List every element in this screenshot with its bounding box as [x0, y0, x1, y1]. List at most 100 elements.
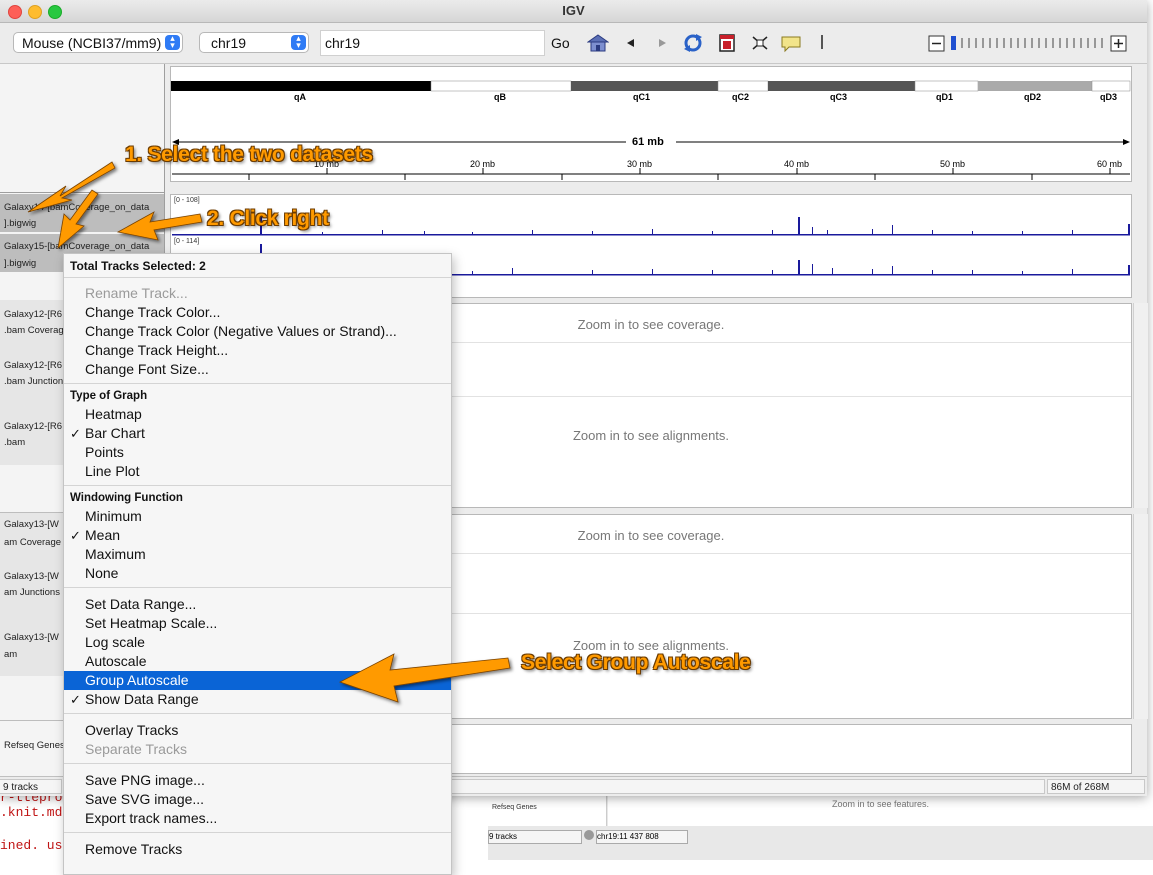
track-name-refseq[interactable]: Refseq Genes — [4, 740, 65, 751]
ruler-tick-label: 50 mb — [940, 159, 966, 169]
track-name-suffix[interactable]: am Coverage — [4, 537, 61, 548]
background-igv-window: Refseq Genes Zoom in to see features. 9 … — [488, 792, 1153, 860]
checkmark-icon: ✓ — [70, 528, 81, 543]
menu-item-group-autoscale[interactable]: Group Autoscale — [85, 671, 189, 690]
track-name-suffix[interactable]: .bam Coverage — [4, 325, 69, 336]
menu-item-save-png[interactable]: Save PNG image... — [85, 771, 205, 790]
menu-item-rename-track[interactable]: Rename Track... — [85, 284, 188, 303]
menu-item-points[interactable]: Points — [85, 443, 124, 462]
checkmark-icon: ✓ — [70, 426, 81, 441]
menu-item-none[interactable]: None — [85, 564, 118, 583]
span-label: 61 mb — [632, 136, 664, 148]
band-label: qA — [294, 92, 306, 102]
menu-item-heatmap[interactable]: Heatmap — [85, 405, 142, 424]
band-label: qD3 — [1100, 92, 1118, 102]
track-name-suffix[interactable]: .bam Junctions — [4, 376, 68, 387]
zoom-slider[interactable] — [948, 33, 1108, 53]
track-name-galaxy12-junctions[interactable]: Galaxy12-[R6 — [4, 360, 62, 371]
band-label: qC3 — [830, 92, 848, 102]
band-label: qC1 — [633, 92, 651, 102]
band-label: qD1 — [936, 92, 954, 102]
menu-header: Total Tracks Selected: 2 — [70, 259, 206, 273]
track-name-galaxy13-bam[interactable]: Galaxy13-[W — [4, 632, 59, 643]
menu-item-save-svg[interactable]: Save SVG image... — [85, 790, 204, 809]
chromosome-ideogram — [171, 80, 1131, 92]
menu-item-log-scale[interactable]: Log scale — [85, 633, 145, 652]
menu-section-windowing-function: Windowing Function — [70, 492, 183, 504]
track-context-menu: Total Tracks Selected: 2 Rename Track...… — [63, 253, 452, 875]
zoom-in-icon[interactable] — [1110, 33, 1128, 53]
ruler-tick-label: 20 mb — [470, 159, 496, 169]
track-name-suffix[interactable]: am — [4, 649, 17, 660]
menu-item-change-track-height[interactable]: Change Track Height... — [85, 341, 228, 360]
menu-item-overlay-tracks[interactable]: Overlay Tracks — [85, 721, 178, 740]
menu-section-type-of-graph: Type of Graph — [70, 390, 148, 402]
popup-info-icon[interactable] — [780, 33, 802, 53]
menu-item-line-plot[interactable]: Line Plot — [85, 462, 139, 481]
checkmark-icon: ✓ — [70, 692, 81, 707]
menu-item-change-font-size[interactable]: Change Font Size... — [85, 360, 209, 379]
editor-line: .knit.md — [0, 805, 63, 820]
menu-item-separate-tracks[interactable]: Separate Tracks — [85, 740, 187, 759]
annotation-step-3: Select Group Autoscale — [521, 651, 751, 674]
track-name-suffix[interactable]: .bam — [4, 437, 25, 448]
band-label: qB — [494, 92, 506, 102]
roi-icon[interactable] — [716, 33, 738, 53]
band-label: qC2 — [732, 92, 750, 102]
track-name-galaxy15-suffix[interactable]: ].bigwig — [4, 258, 36, 269]
track-name-galaxy14-suffix[interactable]: ].bigwig — [4, 218, 36, 229]
menu-item-export-track-names[interactable]: Export track names... — [85, 809, 217, 828]
bg-status-tracks: 9 tracks — [488, 830, 582, 844]
bg-zoom-message: Zoom in to see features. — [831, 799, 930, 809]
track-name-galaxy12-bam[interactable]: Galaxy12-[R6 — [4, 421, 62, 432]
ruler-tick-label: 30 mb — [627, 159, 653, 169]
annotation-step-2: 2. Click right — [207, 207, 329, 230]
menu-item-minimum[interactable]: Minimum — [85, 507, 142, 526]
menu-item-set-data-range[interactable]: Set Data Range... — [85, 595, 196, 614]
editor-line: ined. use — [0, 838, 71, 853]
band-label: qD2 — [1024, 92, 1042, 102]
home-icon[interactable] — [587, 33, 609, 53]
track-name-suffix[interactable]: am Junctions — [4, 587, 60, 598]
menu-item-remove-tracks[interactable]: Remove Tracks — [85, 840, 182, 859]
title-bar: IGV — [0, 0, 1147, 23]
refresh-icon[interactable] — [682, 33, 704, 53]
resize-to-window-icon[interactable] — [749, 33, 771, 53]
zoom-out-icon[interactable] — [928, 33, 946, 53]
scrollbar[interactable] — [1133, 514, 1148, 719]
window-title: IGV — [562, 3, 585, 18]
forward-arrow-icon[interactable] — [654, 33, 670, 53]
track-name-galaxy13-junctions[interactable]: Galaxy13-[W — [4, 571, 59, 582]
track-name-galaxy12-coverage[interactable]: Galaxy12-[R6 — [4, 309, 62, 320]
ruler-tick-label: 60 mb — [1097, 159, 1123, 169]
annotation-step-1: 1. Select the two datasets — [125, 143, 373, 166]
chromosome-dropdown[interactable]: chr19 ▴ ▾ — [199, 32, 309, 53]
genome-dropdown[interactable]: Mouse (NCBI37/mm9) ▴ ▾ — [13, 32, 183, 53]
menu-item-autoscale[interactable]: Autoscale — [85, 652, 146, 671]
menu-item-mean[interactable]: Mean — [85, 526, 120, 545]
back-arrow-icon[interactable] — [622, 33, 638, 53]
menu-item-bar-chart[interactable]: Bar Chart — [85, 424, 145, 443]
scrollbar[interactable] — [1133, 303, 1148, 508]
status-track-count: 9 tracks — [0, 779, 62, 794]
go-button[interactable]: Go — [551, 35, 570, 51]
menu-item-change-track-color[interactable]: Change Track Color... — [85, 303, 220, 322]
bg-status-icon — [584, 830, 594, 840]
dropdown-stepper-icon: ▴ ▾ — [165, 34, 180, 50]
menu-item-maximum[interactable]: Maximum — [85, 545, 146, 564]
locus-search-input[interactable]: chr19 — [320, 30, 545, 56]
bg-track-name: Refseq Genes — [492, 804, 537, 811]
track-name-galaxy14[interactable]: Galaxy14-[bamCoverage_on_data — [4, 202, 149, 213]
status-memory: 86M of 268M — [1047, 779, 1145, 794]
menu-item-set-heatmap-scale[interactable]: Set Heatmap Scale... — [85, 614, 217, 633]
menu-item-change-negative-color[interactable]: Change Track Color (Negative Values or S… — [85, 322, 397, 341]
genome-value: Mouse (NCBI37/mm9) — [22, 35, 162, 51]
bg-status-locus: chr19:11 437 808 — [596, 830, 688, 844]
toolbar: Mouse (NCBI37/mm9) ▴ ▾ chr19 ▴ ▾ chr19 Go — [0, 23, 1147, 64]
dropdown-stepper-icon: ▴ ▾ — [291, 34, 306, 50]
toolbar-separator — [821, 35, 823, 49]
track-name-galaxy15[interactable]: Galaxy15-[bamCoverage_on_data — [4, 241, 149, 252]
track-name-galaxy13-coverage[interactable]: Galaxy13-[W — [4, 519, 59, 530]
menu-item-show-data-range[interactable]: Show Data Range — [85, 690, 199, 709]
ruler-tick-label: 40 mb — [784, 159, 810, 169]
